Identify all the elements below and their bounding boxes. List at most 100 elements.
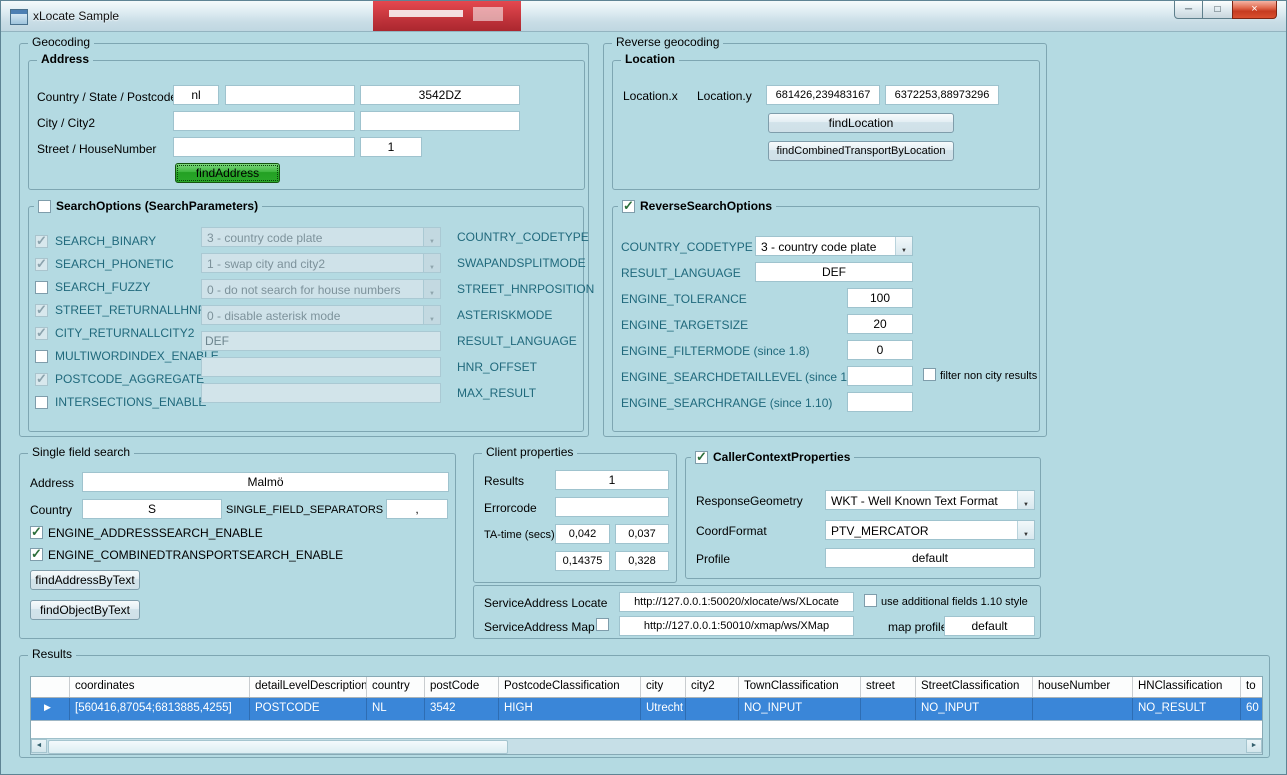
intersections-enable-checkbox[interactable] (35, 396, 48, 409)
multiwordindex-enable-label[interactable]: MULTIWORDINDEX_ENABLE (55, 349, 219, 363)
service-map-checkbox[interactable] (596, 618, 609, 631)
engine-searchrange-input[interactable] (847, 392, 913, 412)
col-header-housenumber[interactable]: houseNumber (1033, 677, 1133, 697)
separators-input[interactable] (386, 499, 448, 519)
state-input[interactable] (225, 85, 355, 105)
city-returnallcity2-label[interactable]: CITY_RETURNALLCITY2 (55, 326, 194, 340)
col-header-postcode[interactable]: postCode (425, 677, 499, 697)
engine-targetsize-label: ENGINE_TARGETSIZE (621, 318, 748, 332)
find-object-by-text-button[interactable]: findObjectByText (30, 600, 140, 620)
intersections-enable-label[interactable]: INTERSECTIONS_ENABLE (55, 395, 206, 409)
col-header-coordinates[interactable]: coordinates (70, 677, 250, 697)
row-selector-cell[interactable]: ▶ (31, 698, 70, 720)
results-count-input[interactable] (555, 470, 669, 490)
sfs-country-label: Country (30, 503, 72, 517)
rev-result-language-input[interactable] (755, 262, 913, 282)
location-y-input[interactable] (885, 85, 999, 105)
coord-format-select[interactable]: PTV_MERCATOR ▼ (825, 520, 1035, 540)
reverse-search-options-checkbox[interactable] (622, 200, 635, 213)
close-button[interactable]: × (1232, 1, 1277, 19)
results-group-label: Results (28, 647, 76, 661)
max-result-input[interactable] (201, 383, 441, 403)
filter-non-city-checkbox[interactable] (923, 368, 936, 381)
find-location-button[interactable]: findLocation (768, 113, 954, 133)
scrollbar-thumb[interactable] (48, 740, 508, 754)
scroll-left-icon: ◄ (36, 742, 43, 749)
minimize-icon: ─ (1185, 4, 1192, 15)
country-codetype-select[interactable]: 3 - country code plate ▼ (201, 227, 441, 247)
engine-filtermode-label: ENGINE_FILTERMODE (since 1.8) (621, 344, 809, 358)
minimize-button[interactable]: ─ (1174, 1, 1203, 19)
ta-time-1-input[interactable] (555, 524, 610, 544)
caller-context-checkbox[interactable] (695, 451, 708, 464)
find-address-by-text-button[interactable]: findAddressByText (30, 570, 140, 590)
sfs-address-input[interactable] (82, 472, 449, 492)
asteriskmode-select[interactable]: 0 - disable asterisk mode ▼ (201, 305, 441, 325)
col-header-streetclass[interactable]: StreetClassification (916, 677, 1033, 697)
street-hnrposition-select[interactable]: 0 - do not search for house numbers ▼ (201, 279, 441, 299)
service-map-input[interactable] (619, 616, 854, 636)
engine-tolerance-input[interactable] (847, 288, 913, 308)
postcode-input[interactable] (360, 85, 520, 105)
titlebar[interactable]: xLocate Sample ─ □ × (1, 1, 1286, 32)
postcode-aggregate-label[interactable]: POSTCODE_AGGREGATE (55, 372, 204, 386)
errorcode-input[interactable] (555, 497, 669, 517)
profile-input[interactable] (825, 548, 1035, 568)
street-returnallhnr-label[interactable]: STREET_RETURNALLHNR (55, 303, 206, 317)
col-header-townclass[interactable]: TownClassification (739, 677, 861, 697)
engine-targetsize-input[interactable] (847, 314, 913, 334)
engine-addresssearch-label[interactable]: ENGINE_ADDRESSSEARCH_ENABLE (48, 526, 263, 540)
service-locate-input[interactable] (619, 592, 854, 612)
horizontal-scrollbar[interactable]: ◄ ► (31, 738, 1262, 754)
ta-time-2-input[interactable] (615, 524, 669, 544)
search-phonetic-label[interactable]: SEARCH_PHONETIC (55, 257, 174, 271)
sfs-country-input[interactable] (82, 499, 222, 519)
col-header-country[interactable]: country (367, 677, 425, 697)
ta-time-4-input[interactable] (615, 551, 669, 571)
engine-combinedtransport-label[interactable]: ENGINE_COMBINEDTRANSPORTSEARCH_ENABLE (48, 548, 343, 562)
col-header-city2[interactable]: city2 (686, 677, 739, 697)
scroll-left-button[interactable]: ◄ (31, 739, 47, 753)
maximize-button[interactable]: □ (1203, 1, 1232, 19)
col-header-detaillevel[interactable]: detailLevelDescription (250, 677, 367, 697)
col-header-street[interactable]: street (861, 677, 916, 697)
result-language-input[interactable] (201, 331, 441, 351)
map-profile-input[interactable] (944, 616, 1035, 636)
multiwordindex-enable-checkbox[interactable] (35, 350, 48, 363)
city2-input[interactable] (360, 111, 520, 131)
housenumber-input[interactable] (360, 137, 422, 157)
location-x-input[interactable] (766, 85, 880, 105)
engine-addresssearch-checkbox[interactable] (30, 526, 43, 539)
street-input[interactable] (173, 137, 355, 157)
col-header-to[interactable]: to (1241, 677, 1263, 697)
engine-searchdetaillevel-input[interactable] (847, 366, 913, 386)
search-fuzzy-checkbox[interactable] (35, 281, 48, 294)
search-phonetic-checkbox[interactable] (35, 258, 48, 271)
search-binary-label[interactable]: SEARCH_BINARY (55, 234, 156, 248)
response-geometry-select[interactable]: WKT - Well Known Text Format ▼ (825, 490, 1035, 510)
find-combined-transport-button[interactable]: findCombinedTransportByLocation (768, 141, 954, 161)
search-binary-checkbox[interactable] (35, 235, 48, 248)
scroll-right-button[interactable]: ► (1246, 739, 1262, 753)
rev-country-codetype-select[interactable]: 3 - country code plate ▼ (755, 236, 913, 256)
find-address-button[interactable]: findAddress (175, 163, 280, 183)
ta-time-3-input[interactable] (555, 551, 610, 571)
hnr-offset-input[interactable] (201, 357, 441, 377)
col-header-city[interactable]: city (641, 677, 686, 697)
street-returnallhnr-checkbox[interactable] (35, 304, 48, 317)
additional-fields-label[interactable]: use additional fields 1.10 style (881, 596, 1028, 608)
engine-filtermode-input[interactable] (847, 340, 913, 360)
city-returnallcity2-checkbox[interactable] (35, 327, 48, 340)
city-input[interactable] (173, 111, 355, 131)
country-input[interactable] (173, 85, 219, 105)
results-row[interactable]: ▶ [560416,87054;6813885,4255] POSTCODE N… (31, 698, 1262, 721)
col-header-postcodeclass[interactable]: PostcodeClassification (499, 677, 641, 697)
engine-combinedtransport-checkbox[interactable] (30, 548, 43, 561)
additional-fields-checkbox[interactable] (864, 594, 877, 607)
col-header-hnclass[interactable]: HNClassification (1133, 677, 1241, 697)
search-options-checkbox[interactable] (38, 200, 51, 213)
search-fuzzy-label[interactable]: SEARCH_FUZZY (55, 280, 150, 294)
swapandsplitmode-select[interactable]: 1 - swap city and city2 ▼ (201, 253, 441, 273)
postcode-aggregate-checkbox[interactable] (35, 373, 48, 386)
filter-non-city-label[interactable]: filter non city results (940, 370, 1037, 382)
